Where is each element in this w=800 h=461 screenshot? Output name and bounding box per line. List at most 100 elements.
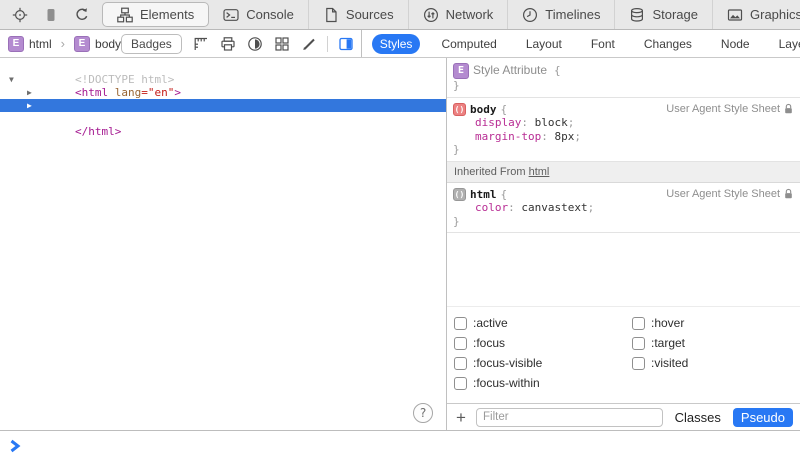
- style-attribute-rule: E Style Attribute { }: [447, 58, 800, 98]
- tab-label: Console: [246, 7, 294, 22]
- badges-button[interactable]: Badges: [121, 34, 182, 54]
- help-button[interactable]: ?: [413, 403, 433, 423]
- device-settings-button[interactable]: [42, 4, 60, 26]
- rule-selector[interactable]: body: [470, 103, 497, 117]
- tab-timelines[interactable]: Timelines: [507, 0, 614, 29]
- breadcrumb: E html › E body: [8, 36, 121, 52]
- html-rule: () html { User Agent Style Sheet: [447, 183, 800, 234]
- tab-layers[interactable]: Layers: [771, 34, 800, 54]
- crosshair-icon: [12, 7, 28, 23]
- main-toolbar: Elements Console: [0, 0, 800, 30]
- pseudo-checkbox-hover[interactable]: :hover: [632, 316, 688, 330]
- rule-selector[interactable]: html: [470, 188, 497, 202]
- console-icon: [223, 7, 239, 23]
- disclosure-closed-icon[interactable]: ▶: [27, 99, 32, 112]
- secondary-toolbar: E html › E body Badges: [0, 30, 800, 58]
- dom-node-body-selected[interactable]: ▶<body>…</body> = $0: [0, 99, 446, 112]
- css-rule-icon: (): [453, 103, 466, 116]
- paintbrush-icon: [301, 36, 317, 52]
- breadcrumb-item-body[interactable]: E body: [74, 36, 121, 52]
- content-area: <!DOCTYPE html> ▼<html lang="en"> ▶<head…: [0, 58, 800, 430]
- filter-input[interactable]: [476, 408, 663, 427]
- print-styles-button[interactable]: [219, 34, 237, 54]
- tab-console[interactable]: Console: [209, 0, 308, 29]
- pseudo-checkbox-focus-visible[interactable]: :focus-visible: [454, 356, 632, 370]
- classes-toggle-button[interactable]: Classes: [671, 410, 725, 425]
- inherited-from-bar: Inherited From html: [447, 162, 800, 183]
- styles-sidebar-panel: E Style Attribute { } () body { User Age…: [447, 58, 800, 430]
- css-property[interactable]: margin-top: 8px;: [453, 130, 794, 144]
- tab-network[interactable]: Network: [408, 0, 508, 29]
- details-sidebar-tabs: Styles Computed Layout Font Changes Node…: [362, 30, 800, 57]
- tab-storage[interactable]: Storage: [614, 0, 712, 29]
- dom-node-head[interactable]: ▶<head>…</head>: [0, 86, 446, 99]
- element-badge-icon: E: [453, 63, 469, 79]
- ruler-icon: [193, 36, 209, 52]
- breadcrumb-item-html[interactable]: E html: [8, 36, 52, 52]
- tab-computed[interactable]: Computed: [433, 34, 504, 54]
- lock-icon: [783, 188, 794, 200]
- edit-mode-button[interactable]: [300, 34, 318, 54]
- styles-footer-bar: + Classes Pseudo: [447, 403, 800, 430]
- tab-label: Graphics: [750, 7, 800, 22]
- checkbox[interactable]: [632, 357, 645, 370]
- appearance-toggle-button[interactable]: [246, 34, 264, 54]
- checkbox[interactable]: [454, 377, 467, 390]
- checkbox[interactable]: [632, 337, 645, 350]
- tab-layout[interactable]: Layout: [518, 34, 570, 54]
- element-badge-icon: E: [74, 36, 90, 52]
- device-icon: [43, 7, 59, 23]
- dom-node-html-open[interactable]: ▼<html lang="en">: [0, 73, 446, 86]
- rule-title[interactable]: Style Attribute: [473, 64, 547, 78]
- rule-origin: User Agent Style Sheet: [666, 188, 794, 202]
- tab-font[interactable]: Font: [583, 34, 623, 54]
- pseudo-checkbox-active[interactable]: :active: [454, 316, 632, 330]
- pseudo-checkbox-focus[interactable]: :focus: [454, 336, 632, 350]
- empty-space: [447, 233, 800, 306]
- dom-node-doctype[interactable]: <!DOCTYPE html>: [0, 60, 446, 73]
- pseudo-toggle-button[interactable]: Pseudo: [733, 408, 793, 427]
- pseudo-checkbox-visited[interactable]: :visited: [632, 356, 688, 370]
- checkbox[interactable]: [632, 317, 645, 330]
- checkbox[interactable]: [454, 317, 467, 330]
- inherited-node-link[interactable]: html: [529, 166, 550, 178]
- add-rule-button[interactable]: +: [454, 409, 468, 426]
- inspect-element-button[interactable]: [11, 4, 29, 26]
- printer-icon: [220, 36, 236, 52]
- details-sidebar-toggle-button[interactable]: [337, 34, 355, 54]
- tab-elements[interactable]: Elements: [102, 2, 209, 27]
- breadcrumb-label: html: [29, 37, 52, 51]
- dom-node-html-close[interactable]: </html>: [0, 112, 446, 125]
- rule-origin: User Agent Style Sheet: [666, 103, 794, 117]
- pseudo-checkbox-target[interactable]: :target: [632, 336, 688, 350]
- css-property[interactable]: color: canvastext;: [453, 201, 794, 215]
- grid-icon: [274, 36, 290, 52]
- toolbar-left-group: [0, 0, 102, 29]
- pseudo-column-right: :hover :target :visited: [632, 313, 688, 393]
- document-icon: [323, 7, 339, 23]
- grid-overlay-button[interactable]: [273, 34, 291, 54]
- network-arrows-icon: [423, 7, 439, 23]
- dom-toolbar: E html › E body Badges: [0, 30, 362, 57]
- breadcrumb-label: body: [95, 37, 121, 51]
- tab-graphics[interactable]: Graphics: [712, 0, 800, 29]
- rulers-button[interactable]: [192, 34, 210, 54]
- tab-sources[interactable]: Sources: [308, 0, 408, 29]
- disclosure-closed-icon[interactable]: ▶: [27, 86, 32, 99]
- checkbox[interactable]: [454, 337, 467, 350]
- disclosure-open-icon[interactable]: ▼: [9, 73, 14, 86]
- tab-node[interactable]: Node: [713, 34, 758, 54]
- css-rule-icon: (): [453, 188, 466, 201]
- tab-styles[interactable]: Styles: [372, 34, 421, 54]
- reload-icon: [74, 7, 90, 23]
- chevron-separator-icon: ›: [61, 36, 65, 51]
- reload-page-button[interactable]: [73, 4, 91, 26]
- dom-tree-panel: <!DOCTYPE html> ▼<html lang="en"> ▶<head…: [0, 58, 447, 430]
- checkbox[interactable]: [454, 357, 467, 370]
- tab-label: Elements: [140, 7, 194, 22]
- css-property[interactable]: display: block;: [453, 116, 794, 130]
- pseudo-checkbox-focus-within[interactable]: :focus-within: [454, 376, 632, 390]
- contrast-icon: [247, 36, 263, 52]
- tab-changes[interactable]: Changes: [636, 34, 700, 54]
- quick-console-bar[interactable]: [0, 430, 800, 461]
